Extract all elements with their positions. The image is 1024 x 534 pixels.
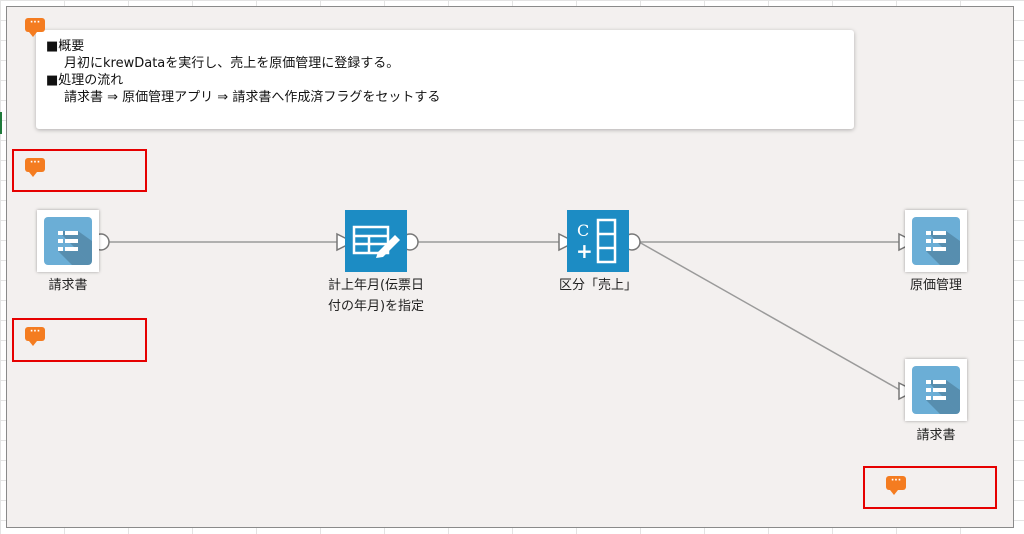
node-output-invoice-app[interactable]	[905, 359, 967, 421]
node-label-edit-line2: 付の年月)を指定	[327, 299, 425, 314]
node-source-app[interactable]	[37, 210, 99, 272]
memo-flow-text: 請求書 ⇒ 原価管理アプリ ⇒ 請求書へ作成済フラグをセットする	[64, 90, 441, 105]
node-label-invoice: 請求書	[916, 428, 956, 443]
memo-overview-text: 月初にkrewDataを実行し、売上を原価管理に登録する。	[64, 56, 400, 71]
node-filter-command[interactable]: C +	[567, 210, 629, 272]
memo-flow-heading: ■処理の流れ	[46, 73, 124, 88]
node-label-filter: 区分「売上」	[558, 278, 637, 293]
node-label-source: 請求書	[48, 278, 88, 293]
table-edit-icon	[345, 210, 407, 272]
highlight-box	[12, 318, 147, 362]
app-table-icon	[912, 366, 960, 414]
svg-text:+: +	[576, 239, 593, 263]
highlight-box	[12, 149, 147, 192]
node-label-edit-line1: 計上年月(伝票日	[327, 278, 425, 293]
memo-overview-heading: ■概要	[46, 39, 85, 54]
highlight-box	[863, 466, 997, 509]
node-edit-command[interactable]	[345, 210, 407, 272]
memo-note[interactable]: ■概要 月初にkrewDataを実行し、売上を原価管理に登録する。 ■処理の流れ…	[36, 30, 854, 129]
svg-text:C: C	[577, 221, 589, 240]
sheet-selection-marker	[0, 112, 2, 134]
calc-column-icon: C +	[567, 210, 629, 272]
node-output-cost-app[interactable]	[905, 210, 967, 272]
node-label-cost: 原価管理	[909, 278, 962, 293]
edge-filter-to-invoice	[638, 241, 901, 391]
flow-canvas[interactable]: ■概要 月初にkrewDataを実行し、売上を原価管理に登録する。 ■処理の流れ…	[6, 6, 1014, 528]
app-table-icon	[912, 217, 960, 265]
app-table-icon	[44, 217, 92, 265]
comment-icon[interactable]: ···	[25, 18, 45, 37]
